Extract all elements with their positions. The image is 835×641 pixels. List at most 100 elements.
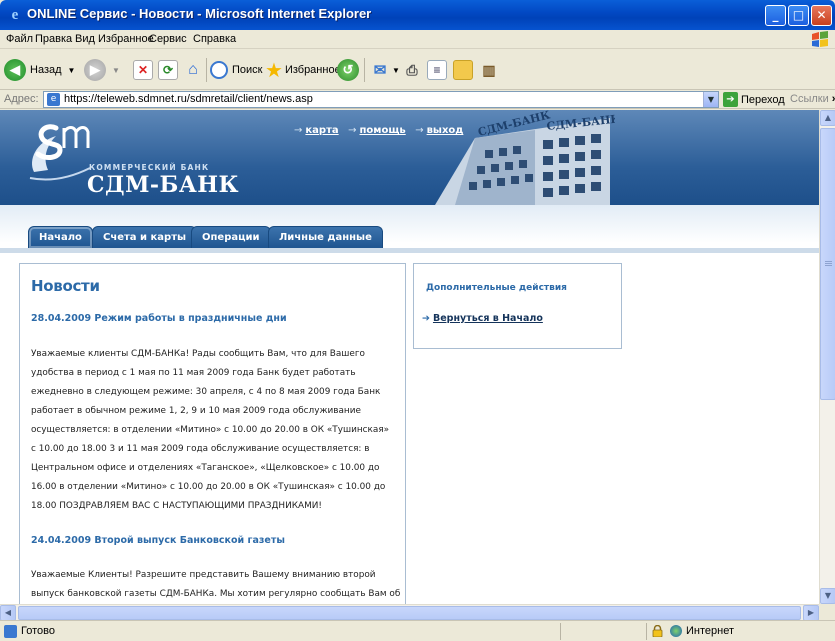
chevron-down-icon: ▼ — [392, 65, 400, 75]
logo-title: СДМ-БАНК — [87, 172, 240, 198]
news-item-heading[interactable]: 24.04.2009 Второй выпуск Банковской газе… — [31, 535, 285, 546]
bank-building-image: СДМ-БАНК СДМ-БАНК — [435, 110, 615, 205]
windows-flag-icon — [812, 31, 828, 47]
address-label: Адрес: — [4, 93, 39, 105]
address-input[interactable]: e https://teleweb.sdmnet.ru/sdmretail/cl… — [43, 91, 719, 108]
tab-operations[interactable]: Операции — [191, 226, 271, 248]
chevron-down-icon: ▼ — [112, 65, 120, 75]
folder-button[interactable] — [453, 58, 473, 82]
logo-subtitle: КОММЕРЧЕСКИЙ БАНК — [89, 163, 210, 172]
news-line: удобства в период с 1 мая по 11 мая 2009… — [31, 368, 356, 378]
refresh-button[interactable]: ⟳ — [158, 58, 178, 82]
scroll-up-icon[interactable]: ▲ — [820, 110, 835, 126]
mail-button[interactable]: ✉ ▼ — [370, 58, 400, 82]
news-item-body: Уважаемые клиенты СДМ-БАНКа! Рады сообщи… — [31, 345, 397, 516]
page-viewport: КОММЕРЧЕСКИЙ БАНК СДМ-БАНК → карта → помощ… — [0, 110, 819, 604]
search-button[interactable]: Поиск — [210, 58, 262, 82]
side-panel-title: Дополнительные действия — [426, 283, 567, 293]
menu-favorites[interactable]: Избранное — [98, 33, 154, 45]
news-line: Центральном офисе и отделениях «Таганско… — [31, 463, 380, 473]
chevron-down-icon: ▼ — [67, 65, 76, 75]
news-title: Новости — [31, 277, 100, 295]
scroll-left-icon[interactable]: ◀ — [0, 605, 16, 621]
tab-personal-data[interactable]: Личные данные — [268, 226, 383, 248]
minimize-button[interactable]: _ — [765, 5, 786, 26]
additional-actions-panel: Дополнительные действия ➔ Вернуться в Нач… — [413, 263, 622, 349]
ie-icon: e — [11, 7, 19, 23]
scroll-right-icon[interactable]: ▶ — [803, 605, 819, 621]
close-button[interactable]: ✕ — [811, 5, 832, 26]
back-to-home-link[interactable]: ➔ Вернуться в Начало — [422, 313, 543, 324]
news-item-heading[interactable]: 28.04.2009 Режим работы в праздничные дн… — [31, 313, 287, 324]
menu-help[interactable]: Справка — [193, 33, 236, 45]
bank-header: КОММЕРЧЕСКИЙ БАНК СДМ-БАНК → карта → помощ… — [0, 110, 819, 205]
status-bar: Готово Интернет — [0, 620, 835, 641]
research-book-icon: ▥ — [482, 61, 496, 78]
grip-line — [825, 261, 832, 262]
tab-accounts-cards[interactable]: Счета и карты — [92, 226, 198, 248]
internet-zone-icon — [670, 625, 682, 637]
link-map[interactable]: карта — [305, 125, 338, 136]
print-button[interactable]: ⎙ — [402, 58, 422, 82]
go-label: Переход — [741, 93, 785, 106]
research-button[interactable]: ▥ — [479, 58, 499, 82]
search-label: Поиск — [232, 64, 263, 76]
browser-window: e ONLINE Сервис - Новости - Microsoft In… — [0, 0, 835, 641]
favorites-label: Избранное — [284, 64, 341, 76]
vertical-scrollbar[interactable]: ▲ ▼ — [819, 110, 835, 604]
status-divider — [560, 623, 561, 640]
bank-logo-icon — [29, 124, 91, 181]
scroll-down-icon[interactable]: ▼ — [820, 588, 835, 604]
link-help[interactable]: помощь — [360, 125, 406, 136]
back-label: Назад — [30, 64, 62, 76]
tab-home[interactable]: Начало — [28, 226, 93, 248]
news-line: 18.00 ПОЗДРАВЛЯЕМ ВАС С НАСТУПАЮЩИМИ ПРА… — [31, 501, 322, 511]
arrow-right-icon: ➔ — [422, 313, 430, 324]
status-divider — [646, 623, 647, 640]
menu-file[interactable]: Файл — [6, 33, 33, 45]
horizontal-scrollbar[interactable]: ◀ ▶ — [0, 604, 819, 621]
lock-icon — [652, 625, 663, 637]
favorites-button[interactable]: ★ Избранное — [265, 58, 341, 82]
maximize-button[interactable]: □ — [788, 5, 809, 26]
page-icon: e — [47, 93, 60, 106]
news-line: Уважаемые Клиенты! Разрешите представить… — [31, 570, 376, 580]
news-line: 16.00 в отделении «Митино» с 10.00 до 20… — [31, 482, 386, 492]
horizontal-scroll-thumb[interactable] — [18, 606, 801, 620]
zone-text: Интернет — [686, 625, 734, 637]
arrow-right-icon: → — [348, 125, 357, 136]
back-button[interactable]: ◀ Назад ▼ — [4, 58, 75, 82]
news-line: Уважаемые клиенты СДМ-БАНКа! Рады сообщи… — [31, 349, 365, 359]
back-to-home-label: Вернуться в Начало — [432, 313, 543, 324]
forward-arrow-icon: ▶ — [84, 59, 106, 81]
menu-bar: Файл Правка Вид Избранное Сервис Справка — [0, 30, 835, 49]
search-icon — [210, 61, 228, 79]
news-line: с 10.00 до 18.00 3 и 11 мая 2009 года об… — [31, 444, 370, 454]
status-text: Готово — [21, 625, 55, 637]
edit-button[interactable]: ≡ — [427, 58, 447, 82]
toolbar: ◀ Назад ▼ ▶ ▼ ✕ ⟳ ⌂ Поиск ★ Избранное ↺ — [0, 50, 835, 90]
vertical-scroll-thumb[interactable] — [820, 128, 835, 400]
stop-icon: ✕ — [133, 60, 153, 80]
favorites-star-icon: ★ — [265, 59, 283, 82]
address-dropdown-icon[interactable]: ▼ — [703, 92, 718, 107]
news-line: осуществляется: в отделении «Митино» с 1… — [31, 425, 390, 435]
menu-tools[interactable]: Сервис — [149, 33, 187, 45]
menu-edit[interactable]: Правка — [35, 33, 72, 45]
history-button[interactable]: ↺ — [337, 58, 359, 82]
links-button[interactable]: Ссылки » — [790, 93, 835, 105]
forward-button[interactable]: ▶ ▼ — [84, 58, 120, 82]
news-panel: Новости 28.04.2009 Режим работы в праздн… — [19, 263, 406, 604]
news-line: работает в обычном режиме 1, 2, 9 и 10 м… — [31, 406, 361, 416]
address-bar: Адрес: e https://teleweb.sdmnet.ru/sdmre… — [0, 90, 835, 109]
go-arrow-icon: ➔ — [723, 92, 738, 107]
mail-icon: ✉ — [373, 62, 387, 79]
grip-line — [825, 263, 832, 264]
home-button[interactable]: ⌂ — [183, 58, 203, 82]
title-bar: e ONLINE Сервис - Новости - Microsoft In… — [0, 0, 835, 30]
go-button[interactable]: ➔ Переход — [723, 91, 785, 108]
refresh-icon: ⟳ — [158, 60, 178, 80]
menu-view[interactable]: Вид — [75, 33, 95, 45]
stop-button[interactable]: ✕ — [133, 58, 153, 82]
grip-line — [825, 265, 832, 266]
